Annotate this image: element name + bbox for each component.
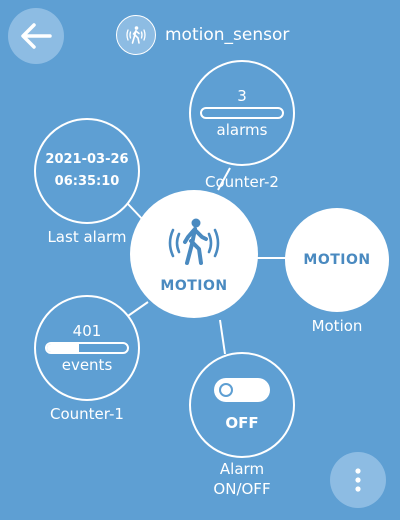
walking-person-icon <box>126 26 146 44</box>
counter2-node[interactable]: 3 alarms <box>189 60 295 166</box>
counter1-progress-fill <box>47 344 79 352</box>
more-vertical-icon <box>355 468 361 492</box>
counter1-node[interactable]: 401 events <box>34 295 140 401</box>
alarm-switch-label-line2: ON/OFF <box>213 480 271 498</box>
counter1-progress-bar <box>45 342 129 354</box>
motion-label: Motion <box>311 317 363 335</box>
counter1-value: 401 <box>72 322 102 340</box>
alarm-switch-node[interactable]: OFF <box>189 352 295 458</box>
page-title: motion_sensor <box>165 25 290 45</box>
center-state-label: MOTION <box>160 278 228 294</box>
last-alarm-time: 06:35:10 <box>54 174 120 189</box>
alarm-switch-label-line1: Alarm <box>219 460 265 478</box>
alarm-toggle[interactable] <box>214 378 270 402</box>
motion-state-value: MOTION <box>303 252 371 268</box>
walking-person-icon <box>168 218 220 265</box>
arrow-left-icon <box>21 23 52 49</box>
connector-alarm-switch <box>219 319 226 355</box>
motion-state-node[interactable]: MOTION <box>285 208 389 312</box>
alarm-switch-state: OFF <box>225 414 259 432</box>
counter2-progress-bar <box>200 107 284 119</box>
counter2-label: Counter-2 <box>205 173 279 191</box>
device-avatar <box>116 15 156 55</box>
alarm-switch-label: Alarm ON/OFF <box>190 459 294 499</box>
last-alarm-label: Last alarm <box>47 228 127 246</box>
last-alarm-node[interactable]: 2021-03-26 06:35:10 <box>34 118 140 224</box>
more-menu-button[interactable] <box>330 452 386 508</box>
last-alarm-date: 2021-03-26 <box>45 152 129 167</box>
counter1-unit: events <box>61 356 113 374</box>
counter2-value: 3 <box>237 87 247 105</box>
alarm-toggle-knob <box>219 383 233 397</box>
counter1-label: Counter-1 <box>50 405 124 423</box>
center-motion-node[interactable]: MOTION <box>130 190 258 318</box>
counter2-unit: alarms <box>216 121 268 139</box>
back-button[interactable] <box>8 8 64 64</box>
